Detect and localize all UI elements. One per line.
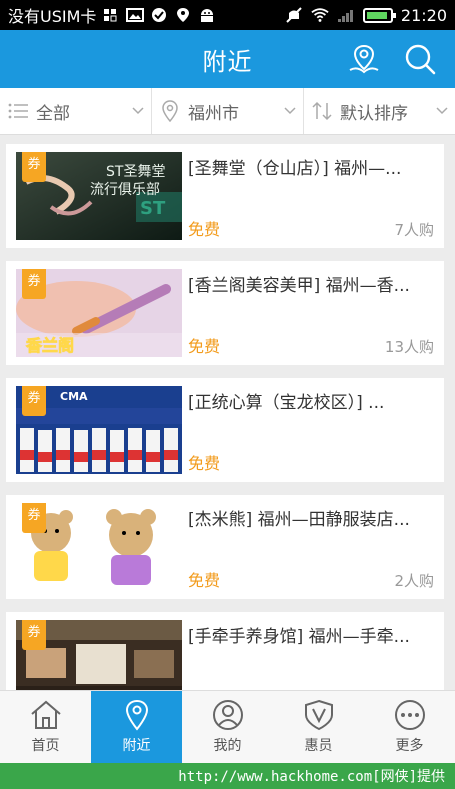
filter-sort[interactable]: 默认排序 <box>303 88 455 134</box>
status-bar: 没有USIM卡 21:20 <box>0 0 455 30</box>
filter-category-label: 全部 <box>36 103 70 124</box>
tab-member[interactable]: 惠员 <box>273 691 364 763</box>
svg-text:ST圣舞堂: ST圣舞堂 <box>106 164 165 180</box>
sim-icon <box>104 9 117 22</box>
deal-list: ST圣舞堂 流行俱乐部 ST 券 [圣舞堂（仓山店）] 福州—... 免费 7人… <box>6 144 444 690</box>
item-thumbnail: 香兰阁 券 <box>16 269 182 357</box>
item-count: 2人购 <box>394 572 434 590</box>
svg-text:CMA: CMA <box>60 390 88 403</box>
tab-mine-label: 我的 <box>213 738 242 754</box>
chevron-down-icon <box>132 107 144 115</box>
coupon-badge: 券 <box>22 620 46 650</box>
filter-city[interactable]: 福州市 <box>151 88 303 134</box>
mute-icon <box>286 7 302 23</box>
carrier-text: 没有USIM卡 <box>8 7 97 26</box>
filter-bar: 全部 福州市 默认排序 <box>0 88 455 135</box>
item-thumbnail: ST圣舞堂 流行俱乐部 ST 券 <box>16 152 182 240</box>
chevron-down-icon <box>284 107 296 115</box>
battery-icon <box>362 7 396 23</box>
item-count: 13人购 <box>384 338 434 356</box>
item-thumbnail: 券 <box>16 620 182 690</box>
tab-nearby[interactable]: 附近 <box>91 691 182 763</box>
filter-category[interactable]: 全部 <box>0 88 151 134</box>
coupon-badge: 券 <box>22 269 46 299</box>
item-price: 免费 <box>188 571 221 590</box>
coupon-badge: 券 <box>22 386 46 416</box>
chevron-down-icon <box>436 107 448 115</box>
more-icon <box>394 700 425 730</box>
filter-city-label: 福州市 <box>188 103 239 124</box>
image-icon <box>126 8 145 22</box>
shield-v-icon <box>304 699 333 731</box>
clock: 21:20 <box>400 5 447 25</box>
location-icon <box>162 100 178 123</box>
item-thumbnail: CMA 券 <box>16 386 182 474</box>
tab-mine[interactable]: 我的 <box>182 691 273 763</box>
list-item[interactable]: 券 [手牵手养身馆] 福州—手牵... <box>6 612 444 690</box>
list-item[interactable]: 香兰阁 券 [香兰阁美容美甲] 福州—香... 免费 13人购 <box>6 261 444 365</box>
location-icon <box>125 699 148 731</box>
bottom-tab-bar: 首页 附近 我的 惠员 更多 <box>0 690 455 763</box>
tab-more[interactable]: 更多 <box>364 691 455 763</box>
item-name: [杰米熊] 福州—田静服装店... <box>188 510 410 530</box>
watermark-bar: http://www.hackhome.com[网侠]提供 <box>0 763 455 789</box>
check-icon <box>152 8 167 22</box>
item-count: 7人购 <box>394 221 434 239</box>
item-price: 免费 <box>188 220 221 239</box>
location-icon <box>177 8 190 22</box>
item-price: 免费 <box>188 337 221 356</box>
coupon-badge: 券 <box>22 152 46 182</box>
svg-text:ST: ST <box>140 198 166 219</box>
item-name: [香兰阁美容美甲] 福州—香... <box>188 276 410 296</box>
list-item[interactable]: CMA 券 [正统心算（宝龙校区）] ... 免费 <box>6 378 444 482</box>
tab-home[interactable]: 首页 <box>0 691 91 763</box>
sort-icon <box>312 101 332 121</box>
svg-text:流行俱乐部: 流行俱乐部 <box>90 182 160 198</box>
signal-icon <box>337 10 353 22</box>
tab-nearby-label: 附近 <box>122 738 151 754</box>
item-name: [圣舞堂（仓山店）] 福州—... <box>188 159 402 179</box>
coupon-badge: 券 <box>22 503 46 533</box>
list-item[interactable]: ST圣舞堂 流行俱乐部 ST 券 [圣舞堂（仓山店）] 福州—... 免费 7人… <box>6 144 444 248</box>
tab-more-label: 更多 <box>395 738 424 754</box>
search-icon[interactable] <box>403 42 437 76</box>
user-icon <box>212 700 243 730</box>
item-name: [正统心算（宝龙校区）] ... <box>188 393 385 413</box>
header-bar: 附近 <box>0 30 455 88</box>
list-icon <box>8 103 28 119</box>
item-name: [手牵手养身馆] 福州—手牵... <box>188 627 410 647</box>
svg-text:香兰阁: 香兰阁 <box>25 336 74 355</box>
home-icon <box>30 700 61 729</box>
page-title: 附近 <box>202 47 253 76</box>
watermark-text: http://www.hackhome.com[网侠]提供 <box>178 769 445 785</box>
tab-member-label: 惠员 <box>304 738 333 754</box>
android-icon <box>201 9 214 22</box>
list-item[interactable]: 券 [杰米熊] 福州—田静服装店... 免费 2人购 <box>6 495 444 599</box>
wifi-icon <box>311 8 329 22</box>
item-thumbnail: 券 <box>16 503 182 591</box>
item-price: 免费 <box>188 454 221 473</box>
map-pin-icon[interactable] <box>347 42 381 76</box>
tab-home-label: 首页 <box>31 738 60 754</box>
filter-sort-label: 默认排序 <box>340 103 408 124</box>
